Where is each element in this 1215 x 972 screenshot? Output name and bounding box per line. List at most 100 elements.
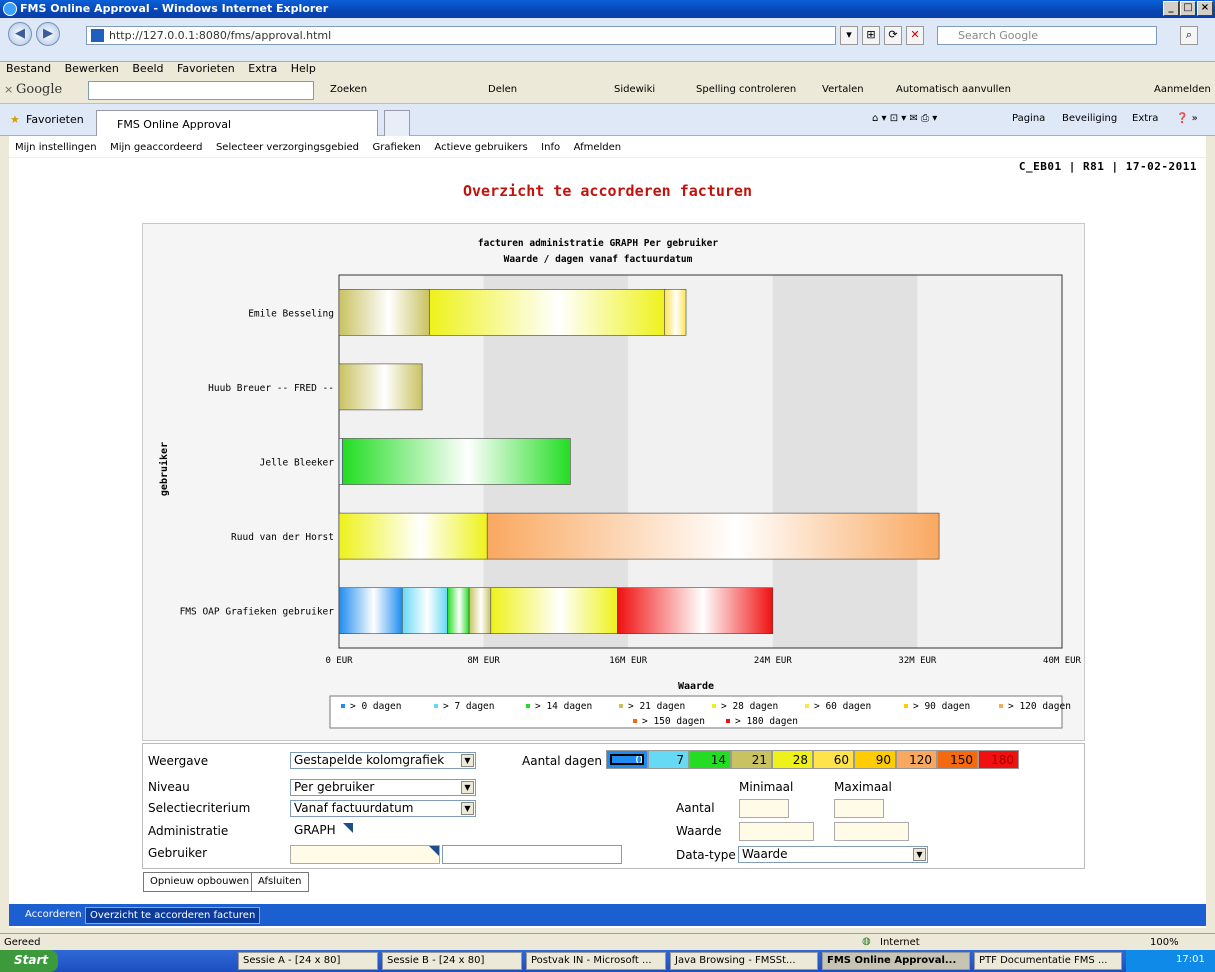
beveiliging-menu[interactable]: Beveiliging [1062, 113, 1117, 124]
window-title: FMS Online Approval - Windows Internet E… [20, 2, 329, 15]
start-button[interactable]: Start [0, 950, 58, 972]
app-menu: Mijn instellingen Mijn geaccordeerd Sele… [9, 140, 1206, 158]
search-icon[interactable]: ⌕ [1180, 26, 1198, 45]
x-tick-label: 32M EUR [898, 656, 937, 666]
menu-beeld[interactable]: Beeld [132, 62, 163, 75]
day-threshold-21[interactable]: 21 [731, 750, 772, 769]
day-threshold-7[interactable]: 7 [648, 750, 689, 769]
close-button[interactable]: × [1197, 1, 1213, 16]
legend-label: > 28 dagen [721, 701, 778, 712]
aanmelden-button[interactable]: Aanmelden [1154, 84, 1211, 95]
day-threshold-120[interactable]: 120 [896, 750, 937, 769]
day-threshold-180[interactable]: 180 [978, 750, 1019, 769]
legend-label: > 21 dagen [628, 701, 685, 712]
menu-bestand[interactable]: Bestand [6, 62, 51, 75]
waarde-max-input[interactable] [834, 822, 909, 841]
page-title: Overzicht te accorderen facturen [463, 182, 752, 200]
menu-extra[interactable]: Extra [248, 62, 277, 75]
menu-mijn-geaccordeerd[interactable]: Mijn geaccordeerd [110, 142, 202, 153]
spelling-button[interactable]: Spelling controleren [696, 84, 796, 95]
administratie-field[interactable]: GRAPH [290, 822, 354, 839]
selectie-select[interactable]: Vanaf factuurdatum ▼ [290, 800, 476, 817]
menu-grafieken[interactable]: Grafieken [373, 142, 421, 153]
help-icon[interactable]: ❓ » [1176, 113, 1198, 124]
browser-tab[interactable]: FMS Online Approval [96, 110, 378, 136]
datatype-select[interactable]: Waarde ▼ [738, 846, 928, 863]
task-ptf[interactable]: PTF Documentatie FMS ... [974, 952, 1122, 970]
menu-selecteer[interactable]: Selecteer verzorgingsgebied [216, 142, 359, 153]
legend-swatch [619, 704, 623, 708]
category-label: Jelle Bleeker [260, 458, 335, 469]
task-outlook[interactable]: Postvak IN - Microsoft ... [526, 952, 666, 970]
zone-text: Internet [880, 937, 920, 948]
new-tab-button[interactable] [384, 110, 410, 136]
weergave-select[interactable]: Gestapelde kolomgrafiek ▼ [290, 752, 476, 769]
day-threshold-150[interactable]: 150 [937, 750, 978, 769]
extra-menu[interactable]: Extra [1132, 113, 1158, 124]
aantal-label: Aantal [676, 801, 715, 815]
bar-segment [486, 512, 940, 560]
zoom-text[interactable]: 100% [1150, 937, 1179, 948]
compat-view-icon[interactable]: ⊞ [862, 26, 880, 45]
vertalen-button[interactable]: Vertalen [822, 84, 864, 95]
bar-segment [338, 363, 423, 411]
waarde-min-input[interactable] [739, 822, 814, 841]
refresh-icon[interactable]: ⟳ [884, 26, 902, 45]
maximize-button[interactable]: □ [1180, 1, 1196, 16]
aantal-min-input[interactable] [739, 799, 789, 818]
legend-label: > 120 dagen [1008, 701, 1071, 712]
sidewiki-button[interactable]: Sidewiki [614, 84, 655, 95]
star-icon: ★ [10, 113, 20, 126]
x-tick-label: 0 EUR [325, 656, 353, 666]
menu-help[interactable]: Help [291, 62, 316, 75]
day-threshold-90[interactable]: 90 [854, 750, 896, 769]
home-icon[interactable]: ⌂ ▾ ⊡ ▾ ✉ ⎙ ▾ [872, 113, 937, 124]
tab-title: FMS Online Approval [117, 118, 232, 131]
day-threshold-0[interactable]: 0 [606, 750, 648, 769]
menu-actieve-gebruikers[interactable]: Actieve gebruikers [434, 142, 527, 153]
task-java[interactable]: Java Browsing - FMSSt... [670, 952, 818, 970]
status-text: Gereed [4, 937, 41, 948]
maximaal-label: Maximaal [834, 780, 892, 794]
lookup-corner-icon [429, 846, 439, 856]
minimize-button[interactable]: _ [1163, 1, 1179, 16]
chevron-down-icon: ▼ [913, 848, 926, 861]
gebruiker-code-input[interactable] [290, 845, 440, 864]
zoeken-button[interactable]: Zoeken [330, 84, 367, 95]
autofill-button[interactable]: Automatisch aanvullen [896, 84, 1011, 95]
gebruiker-name-input[interactable] [442, 845, 622, 864]
legend-label: > 14 dagen [535, 701, 592, 712]
menu-info[interactable]: Info [541, 142, 560, 153]
niveau-label: Niveau [148, 780, 190, 794]
delen-button[interactable]: Delen [488, 84, 517, 95]
day-threshold-60[interactable]: 60 [813, 750, 854, 769]
back-arrow-icon[interactable]: ◀ [8, 22, 32, 46]
menu-bewerken[interactable]: Bewerken [65, 62, 119, 75]
menu-mijn-instellingen[interactable]: Mijn instellingen [15, 142, 97, 153]
favorites-button[interactable]: Favorieten [26, 113, 84, 126]
menu-afmelden[interactable]: Afmelden [574, 142, 622, 153]
dropdown-arrow-icon[interactable]: ▾ [840, 26, 858, 45]
niveau-select[interactable]: Per gebruiker ▼ [290, 779, 476, 796]
stop-icon[interactable]: ✕ [906, 26, 924, 45]
pagina-menu[interactable]: Pagina [1012, 113, 1045, 124]
niveau-value: Per gebruiker [294, 780, 375, 794]
menu-favorieten[interactable]: Favorieten [177, 62, 235, 75]
selectie-value: Vanaf factuurdatum [294, 801, 414, 815]
aantal-max-input[interactable] [834, 799, 884, 818]
tab-accorderen[interactable]: Accorderen [21, 907, 86, 922]
tab-overzicht[interactable]: Overzicht te accorderen facturen [85, 907, 261, 924]
day-threshold-28[interactable]: 28 [772, 750, 813, 769]
rebuild-button[interactable]: Opnieuw opbouwen [143, 872, 257, 892]
search-input[interactable]: Search Google [937, 26, 1157, 45]
bar-segment [401, 587, 448, 635]
google-search-input[interactable] [88, 81, 314, 100]
url-input[interactable]: http://127.0.0.1:8080/fms/approval.html [86, 26, 836, 45]
day-threshold-14[interactable]: 14 [689, 750, 731, 769]
task-sessie-a[interactable]: Sessie A - [24 x 80] [238, 952, 378, 970]
close-app-button[interactable]: Afsluiten [251, 872, 309, 892]
close-toolbar-icon[interactable]: × [4, 83, 13, 96]
forward-arrow-icon[interactable]: ▶ [36, 22, 60, 46]
task-sessie-b[interactable]: Sessie B - [24 x 80] [382, 952, 522, 970]
task-fms[interactable]: FMS Online Approval... [822, 952, 970, 970]
